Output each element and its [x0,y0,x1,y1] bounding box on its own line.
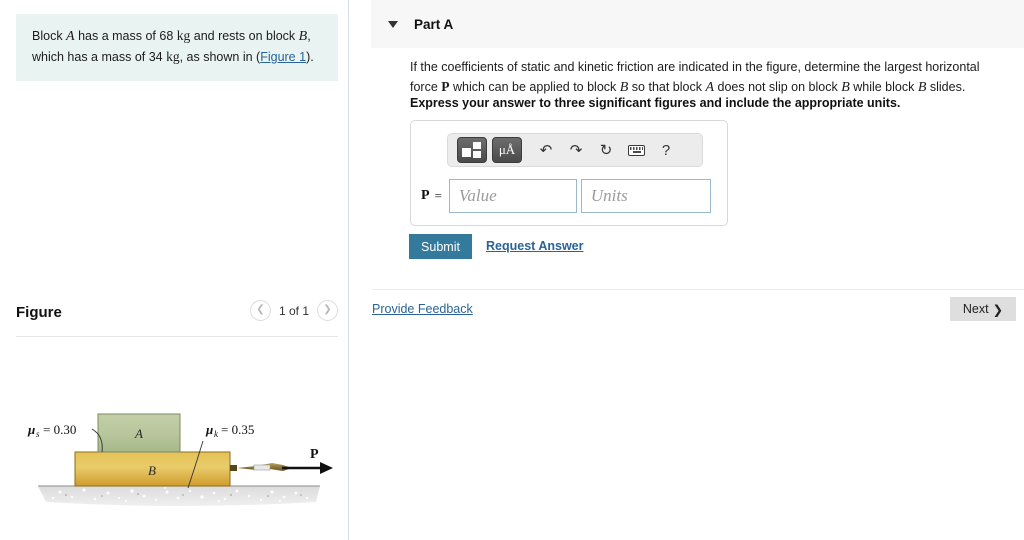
bottom-divider [372,289,1024,290]
next-button[interactable]: Next ❯ [950,297,1016,321]
figure-page-label: 1 of 1 [278,303,309,318]
chevron-left-icon: ❮ [256,304,265,315]
answer-equals-sign: = [434,188,442,203]
math-template-icon[interactable] [457,137,487,163]
answer-toolbar: μÅ ↶ ↷ ↻ ? [447,133,703,167]
redo-icon[interactable]: ↷ [562,137,590,163]
answer-row: P = [421,179,711,213]
units-mu-angstrom-icon[interactable]: μÅ [492,137,522,163]
question-block-b2: B [841,79,850,95]
mu-k-symbol: μ [205,422,213,437]
block-a-label: A [134,426,143,441]
keyboard-icon[interactable] [622,137,650,163]
mu-s-value: = 0.30 [43,422,76,437]
rope-sleeve [253,464,271,471]
figure-pager: ❮ 1 of 1 ❯ [249,300,338,321]
chevron-down-icon[interactable] [388,20,398,28]
figure-section-title: Figure [16,304,62,321]
right-panel: Part A If the coefficients of static and… [350,0,1024,540]
mass-b-unit: kg [166,49,180,65]
figure-next-button[interactable]: ❯ [317,300,338,321]
problem-text-6: , as shown in ( [179,50,261,65]
force-arrow-head [320,462,333,474]
problem-statement: Block A has a mass of 68 kg and rests on… [16,14,338,81]
question-text: If the coefficients of static and kineti… [410,58,1010,98]
question-force-p: P [441,78,450,94]
figure-divider [16,336,338,337]
reset-icon[interactable]: ↻ [592,137,620,163]
keyboard-glyph [627,144,645,156]
help-icon[interactable]: ? [652,137,680,163]
question-part-4: does not slip on block [714,79,842,94]
question-part-3: so that block [628,79,706,94]
figure-prev-button[interactable]: ❮ [249,300,271,321]
answer-panel: μÅ ↶ ↷ ↻ ? P = [410,120,728,226]
figure-diagram[interactable]: B A μ s = 0.30 μ k = 0.35 P [20,402,340,522]
answer-instruction: Express your answer to three significant… [410,96,901,110]
force-p-label: P [310,447,319,462]
part-title: Part A [414,16,454,32]
problem-text-1: Block [32,29,67,43]
problem-text-5: which has a mass of [32,50,149,65]
mass-a-unit: kg [176,28,191,43]
undo-icon[interactable]: ↶ [532,137,560,163]
left-panel: Block A has a mass of 68 kg and rests on… [0,0,349,540]
figure-header: Figure ❮ 1 of 1 ❯ [16,300,338,330]
answer-units-input[interactable] [580,179,711,213]
request-answer-link[interactable]: Request Answer [486,239,583,253]
question-part-2: which can be applied to block [449,79,620,94]
block-b-label: B [148,463,156,478]
answer-variable-label: P [421,188,430,203]
rope-eyelet [230,465,237,471]
mass-a-value: 68 [159,29,174,43]
variable-b: B [298,29,308,44]
submit-button[interactable]: Submit [409,234,472,259]
question-part-5: while block [849,79,918,94]
problem-page: Block A has a mass of 68 kg and rests on… [0,0,1024,540]
mu-s-symbol: μ [27,422,35,437]
mu-k-subscript: k [214,429,219,439]
mu-s-subscript: s [36,429,40,439]
ground-slab [38,486,320,506]
next-button-label: Next [962,302,989,316]
part-a-header[interactable]: Part A [371,0,1024,48]
provide-feedback-link[interactable]: Provide Feedback [372,302,473,316]
problem-text-3: and rests on block [190,29,299,43]
question-part-6: slides. [926,79,966,94]
mu-k-value: = 0.35 [221,422,254,437]
variable-a: A [66,29,75,44]
problem-text-4: , [307,29,311,43]
problem-text-7: ). [306,50,314,65]
question-block-a: A [705,79,715,95]
problem-text-2: has a mass of [74,29,160,43]
figure-svg: B A μ s = 0.30 μ k = 0.35 P [27,413,333,506]
chevron-right-icon: ❯ [992,302,1004,317]
figure-1-link[interactable]: Figure 1 [260,50,306,64]
mass-b-value: 34 [148,50,163,65]
answer-value-input[interactable] [448,179,577,213]
chevron-right-icon: ❯ [323,304,332,315]
